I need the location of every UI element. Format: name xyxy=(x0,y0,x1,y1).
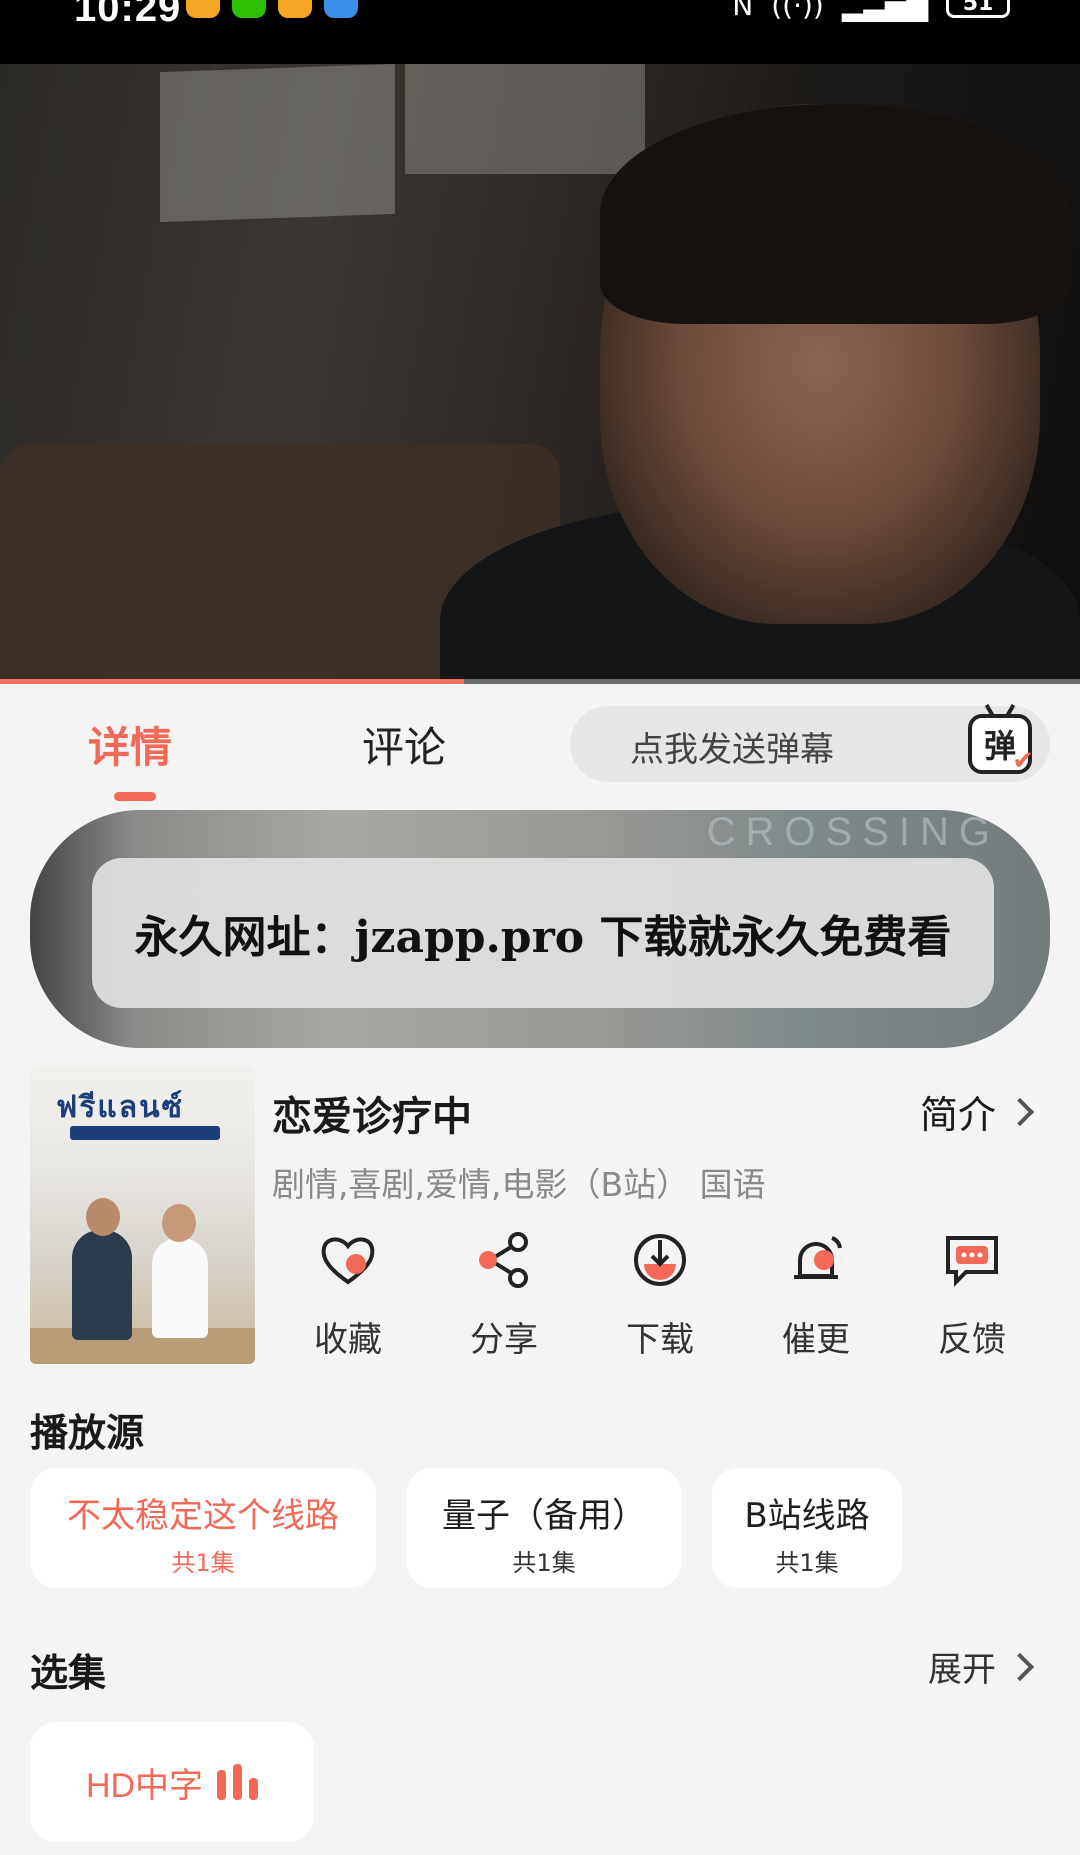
poster-subtitle-bar xyxy=(70,1126,220,1140)
battery-icon: 51 xyxy=(946,0,1010,18)
detail-tabs: 详情 评论 点我发送弹幕 弹 ✔ xyxy=(0,684,1080,804)
expand-label: 展开 xyxy=(928,1650,996,1690)
download-button[interactable]: 下载 xyxy=(600,1230,720,1361)
expand-episodes-button[interactable]: 展开 xyxy=(928,1642,1035,1691)
banner-background-text: CROSSING xyxy=(706,810,1000,854)
poster-floor xyxy=(30,1328,255,1364)
video-scene-paper xyxy=(405,64,645,174)
eq-bar xyxy=(217,1770,227,1800)
show-title: 恋爱诊疗中 xyxy=(272,1094,472,1140)
ad-banner[interactable]: CROSSING 永久网址：jzapp.pro 下载就永久免费看 xyxy=(30,810,1050,1048)
danmaku-placeholder: 点我发送弹幕 xyxy=(630,730,834,770)
nfc-icon: N xyxy=(732,0,754,22)
poster-title: ฟรีแลนซ์ xyxy=(56,1090,184,1125)
status-right: N ((·)) ▂▃▅▇ 51 xyxy=(732,0,1010,20)
danmaku-input[interactable]: 点我发送弹幕 弹 ✔ xyxy=(570,703,1050,782)
eq-bar xyxy=(233,1764,243,1800)
tv-antenna-icon xyxy=(984,703,996,719)
tab-indicator xyxy=(114,792,156,801)
show-meta: 剧情,喜剧,爱情,电影（B站） 国语 xyxy=(272,1165,766,1204)
danmaku-toggle-icon[interactable]: 弹 ✔ xyxy=(968,703,1034,776)
source-card[interactable]: 不太稳定这个线路 共1集 xyxy=(30,1468,376,1588)
video-scene-hair xyxy=(600,104,1070,324)
share-label: 分享 xyxy=(470,1320,538,1360)
app-notification-icon xyxy=(324,0,358,18)
source-card[interactable]: 量子（备用） 共1集 xyxy=(406,1468,682,1588)
banner-label-box: 永久网址：jzapp.pro 下载就永久免费看 xyxy=(92,858,994,1008)
favorite-button[interactable]: 收藏 xyxy=(288,1230,408,1361)
poster-man xyxy=(72,1230,132,1340)
signal-icon: ▂▃▅▇ xyxy=(841,0,928,22)
source-name: 不太稳定这个线路 xyxy=(67,1496,339,1536)
share-button[interactable]: 分享 xyxy=(444,1230,564,1361)
episodes-title: 选集 xyxy=(30,1651,107,1695)
source-episode-count: 共1集 xyxy=(171,1549,235,1577)
favorite-label: 收藏 xyxy=(314,1320,382,1360)
video-scene-paper xyxy=(160,64,395,223)
source-name: 量子（备用） xyxy=(442,1496,646,1536)
episode-label: HD中字 xyxy=(85,1766,204,1805)
remind-update-button[interactable]: 催更 xyxy=(756,1230,876,1361)
video-player[interactable] xyxy=(0,64,1080,684)
source-card[interactable]: B站线路 共1集 xyxy=(712,1468,902,1588)
now-playing-icon xyxy=(217,1764,259,1800)
tab-detail[interactable]: 详情 xyxy=(88,714,172,775)
tab-comment[interactable]: 评论 xyxy=(362,714,446,775)
eq-bar xyxy=(249,1778,259,1800)
chevron-right-icon xyxy=(1005,1097,1035,1126)
status-time: 10:29 xyxy=(74,0,182,30)
show-poster[interactable]: ฟรีแลนซ์ xyxy=(30,1066,255,1364)
status-bar: 10:29 N ((·)) ▂▃▅▇ 51 xyxy=(0,0,1080,64)
action-bar: 收藏 分享 下载 催更 反馈 xyxy=(272,1230,1052,1360)
share-icon xyxy=(474,1230,534,1290)
feedback-label: 反馈 xyxy=(938,1320,1006,1360)
source-name: B站线路 xyxy=(744,1496,870,1536)
tv-antenna-icon xyxy=(1004,703,1016,719)
bell-icon xyxy=(786,1230,846,1290)
banner-text: 永久网址：jzapp.pro 下载就永久免费看 xyxy=(134,912,952,963)
check-icon: ✔ xyxy=(1012,746,1034,776)
download-icon xyxy=(630,1230,690,1290)
download-label: 下载 xyxy=(626,1320,694,1360)
source-episode-count: 共1集 xyxy=(775,1549,839,1577)
weibo-notification-icon-2 xyxy=(278,0,312,18)
wifi-icon: ((·)) xyxy=(771,0,824,22)
poster-man-head xyxy=(86,1198,120,1236)
intro-label: 简介 xyxy=(919,1093,996,1137)
remind-update-label: 催更 xyxy=(782,1320,850,1360)
source-episode-count: 共1集 xyxy=(512,1549,576,1577)
wechat-notification-icon xyxy=(232,0,266,18)
episode-item[interactable]: HD中字 xyxy=(30,1722,314,1842)
feedback-icon xyxy=(942,1230,1002,1290)
intro-link[interactable]: 简介 xyxy=(919,1084,1035,1139)
poster-woman-head xyxy=(162,1204,196,1242)
weibo-notification-icon xyxy=(186,0,220,18)
chevron-right-icon xyxy=(1005,1652,1035,1681)
play-source-title: 播放源 xyxy=(30,1411,145,1455)
feedback-button[interactable]: 反馈 xyxy=(912,1230,1032,1361)
heart-icon xyxy=(318,1230,378,1290)
poster-woman xyxy=(152,1238,208,1338)
danmaku-glyph: 弹 xyxy=(983,727,1016,765)
